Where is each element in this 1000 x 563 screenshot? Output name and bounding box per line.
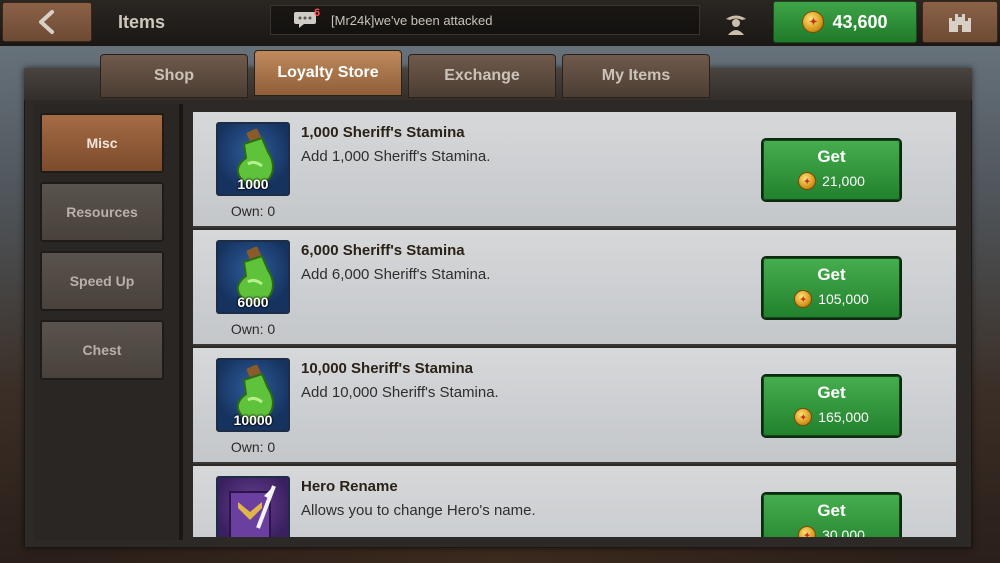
sidebar-item-misc[interactable]: Misc (40, 113, 164, 173)
tab-exchange[interactable]: Exchange (408, 54, 556, 98)
gold-coin-icon: ✦ (798, 172, 817, 190)
castle-button[interactable] (922, 1, 998, 43)
get-price: ✦ 21,000 (764, 172, 899, 190)
item-owned-count: Own: 0 (230, 203, 276, 219)
item-price: 165,000 (818, 409, 869, 425)
get-button-label: Get (817, 383, 846, 402)
item-quantity: 1000 (237, 176, 269, 192)
tab-my-items[interactable]: My Items (562, 54, 710, 98)
item-price: 30,000 (822, 527, 865, 537)
sidebar-item-chest[interactable]: Chest (40, 320, 164, 380)
get-price: ✦ 105,000 (764, 290, 899, 308)
get-button-label: Get (817, 147, 846, 166)
gold-amount: 43,600 (832, 11, 888, 32)
get-button[interactable]: Get ✦ 21,000 (763, 140, 900, 200)
get-button[interactable]: Get ✦ 105,000 (763, 258, 900, 318)
list-item: Hero Rename Allows you to change Hero's … (193, 466, 956, 537)
item-price: 105,000 (818, 291, 869, 307)
chat-bar[interactable]: 6 [Mr24k]we've been attacked (270, 5, 700, 35)
item-description: Add 10,000 Sheriff's Stamina. (301, 384, 499, 401)
stamina-potion-icon: 6000 (216, 240, 290, 314)
back-arrow-icon (39, 10, 54, 34)
sheriff-profile-icon[interactable] (722, 8, 750, 36)
page-title: Items (118, 12, 166, 32)
item-quantity: 6000 (237, 294, 269, 310)
panel-divider (179, 104, 183, 540)
hero-rename-scroll-icon (216, 476, 290, 537)
gold-coin-icon: ✦ (794, 408, 813, 426)
tab-loyalty-store[interactable]: Loyalty Store (254, 50, 402, 96)
sidebar-item-resources[interactable]: Resources (40, 182, 164, 242)
sidebar-item-speed-up[interactable]: Speed Up (40, 251, 164, 311)
list-item: 1000 Own: 0 1,000 Sheriff's Stamina Add … (193, 112, 956, 228)
item-owned-count: Own: 0 (230, 321, 276, 337)
item-description: Allows you to change Hero's name. (301, 502, 536, 519)
item-name: Hero Rename (301, 478, 398, 495)
get-button[interactable]: Get ✦ 30,000 (763, 494, 900, 537)
item-name: 6,000 Sheriff's Stamina (301, 242, 465, 259)
gold-coin-icon: ✦ (794, 290, 813, 308)
get-button-label: Get (817, 265, 846, 284)
gold-coin-icon: ✦ (802, 11, 825, 33)
back-button[interactable] (2, 2, 92, 42)
item-list[interactable]: 1000 Own: 0 1,000 Sheriff's Stamina Add … (193, 112, 956, 537)
item-name: 10,000 Sheriff's Stamina (301, 360, 473, 377)
get-price: ✦ 165,000 (764, 408, 899, 426)
get-price: ✦ 30,000 (764, 526, 899, 537)
list-item: 10000 Own: 0 10,000 Sheriff's Stamina Ad… (193, 348, 956, 464)
chat-message: [Mr24k]we've been attacked (331, 13, 493, 28)
item-name: 1,000 Sheriff's Stamina (301, 124, 465, 141)
chat-count-badge: 6 (314, 7, 321, 19)
item-quantity: 10000 (233, 412, 273, 428)
item-price: 21,000 (822, 173, 865, 189)
item-description: Add 6,000 Sheriff's Stamina. (301, 266, 491, 283)
castle-icon (949, 14, 971, 32)
stamina-potion-icon: 10000 (216, 358, 290, 432)
get-button-label: Get (817, 501, 846, 520)
list-item: 6000 Own: 0 6,000 Sheriff's Stamina Add … (193, 230, 956, 346)
item-owned-count: Own: 0 (230, 439, 276, 455)
get-button[interactable]: Get ✦ 165,000 (763, 376, 900, 436)
gold-balance-button[interactable]: ✦ 43,600 (773, 1, 917, 43)
gold-coin-icon: ✦ (798, 526, 817, 537)
tab-shop[interactable]: Shop (100, 54, 248, 98)
item-description: Add 1,000 Sheriff's Stamina. (301, 148, 491, 165)
stamina-potion-icon: 1000 (216, 122, 290, 196)
